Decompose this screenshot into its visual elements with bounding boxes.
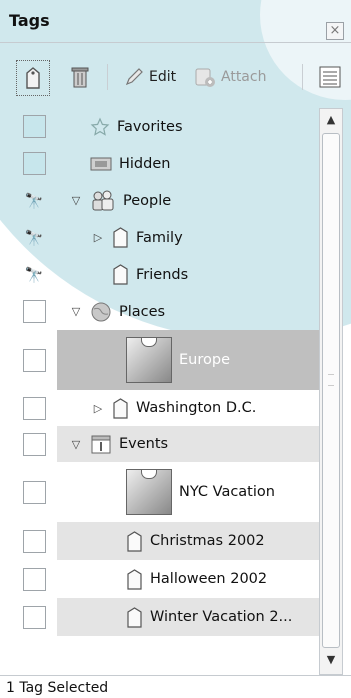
tag-label-halloween: Halloween 2002 — [150, 571, 268, 587]
tag-label-nyc: NYC Vacation — [179, 484, 275, 500]
tag-icon — [113, 264, 128, 285]
tag-checkbox[interactable] — [22, 567, 46, 591]
status-bar: 1 Tag Selected — [0, 675, 351, 698]
tag-icon — [127, 568, 142, 590]
scroll-down-arrow-icon[interactable]: ▼ — [322, 651, 340, 669]
tag-label-europe: Europe — [179, 352, 230, 368]
calendar-icon — [91, 435, 111, 454]
list-item[interactable]: ▽ Places — [11, 293, 319, 330]
list-item[interactable]: Winter Vacation 2... — [11, 598, 319, 636]
tag-icon — [113, 397, 128, 419]
tag-checkbox[interactable] — [22, 300, 46, 323]
collapse-arrow-icon[interactable]: ▷ — [91, 402, 105, 415]
star-icon — [90, 117, 110, 136]
scrollbar-thumb[interactable] — [322, 133, 340, 648]
tag-icon — [113, 227, 128, 248]
list-item[interactable]: ▽ Events — [11, 426, 319, 462]
list-item[interactable]: 🔭 Friends — [11, 256, 319, 293]
scroll-up-arrow-icon[interactable]: ▲ — [322, 111, 340, 129]
binoculars-icon[interactable]: 🔭 — [25, 192, 44, 210]
tag-icon — [26, 67, 40, 89]
tag-checkbox[interactable] — [22, 348, 46, 372]
list-filler — [11, 636, 319, 675]
list-item[interactable]: NYC Vacation — [11, 462, 319, 522]
tag-label-winter: Winter Vacation 2... — [150, 609, 293, 625]
list-item[interactable]: Hidden — [11, 145, 319, 182]
status-text: 1 Tag Selected — [6, 680, 109, 696]
close-button[interactable]: × — [326, 22, 344, 40]
tag-checkbox[interactable] — [22, 396, 46, 420]
expand-arrow-icon[interactable]: ▽ — [69, 194, 83, 207]
toolbar-separator — [302, 64, 303, 90]
list-view-icon — [319, 66, 341, 88]
globe-icon — [91, 302, 111, 321]
expand-arrow-icon[interactable]: ▽ — [69, 305, 83, 318]
tag-label-events: Events — [119, 436, 169, 452]
panel-title: Tags — [9, 11, 50, 30]
tag-label-christmas: Christmas 2002 — [150, 533, 265, 549]
nyc-photo-thumbnail — [126, 469, 172, 515]
toolbar: Edit Attach — [0, 60, 351, 106]
tag-label-family: Family — [136, 229, 183, 246]
list-item[interactable]: Favorites — [11, 108, 319, 145]
binoculars-icon[interactable]: 🔭 — [25, 266, 44, 284]
trash-icon — [71, 67, 89, 88]
tag-checkbox[interactable] — [22, 152, 46, 175]
list-item[interactable]: ▷ Washington D.C. — [11, 390, 319, 426]
list-item-selected[interactable]: Europe — [11, 330, 319, 390]
tag-checkbox[interactable] — [22, 480, 46, 504]
attach-label: Attach — [221, 69, 267, 85]
edit-button[interactable]: Edit — [124, 60, 176, 94]
people-icon — [92, 190, 114, 210]
attach-tag-icon — [195, 68, 215, 87]
list-item[interactable]: 🔭 ▽ People — [11, 182, 319, 219]
tag-label-favorites: Favorites — [117, 118, 183, 135]
expand-arrow-icon[interactable]: ▽ — [69, 438, 83, 451]
list-item[interactable]: Halloween 2002 — [11, 560, 319, 598]
tag-label-places: Places — [119, 303, 166, 320]
attach-button[interactable]: Attach — [194, 60, 266, 94]
new-tag-button[interactable] — [16, 60, 50, 96]
panel-titlebar: Tags × — [0, 0, 351, 43]
tag-checkbox[interactable] — [22, 432, 46, 456]
scrollbar-grip — [328, 374, 334, 386]
binoculars-icon[interactable]: 🔭 — [25, 229, 44, 247]
delete-tag-button[interactable] — [66, 60, 94, 94]
tags-panel: Tags × Edit Attach Favorites Hidden 🔭 ▽ … — [0, 0, 351, 698]
tag-list: Favorites Hidden 🔭 ▽ People 🔭 ▷ Family 🔭… — [11, 108, 319, 675]
pencil-icon — [125, 68, 143, 86]
edit-label: Edit — [149, 69, 177, 85]
list-item[interactable]: Christmas 2002 — [11, 522, 319, 560]
close-icon: × — [329, 23, 341, 38]
tag-icon — [127, 606, 142, 628]
europe-photo-thumbnail — [126, 337, 172, 383]
tag-label-hidden: Hidden — [119, 155, 171, 172]
tag-label-washington: Washington D.C. — [136, 400, 257, 416]
list-item[interactable]: 🔭 ▷ Family — [11, 219, 319, 256]
collapse-arrow-icon[interactable]: ▷ — [91, 231, 105, 244]
tag-checkbox[interactable] — [22, 605, 46, 629]
tag-label-friends: Friends — [136, 266, 189, 283]
tag-icon — [127, 530, 142, 552]
vertical-scrollbar[interactable]: ▲ ▼ — [319, 108, 343, 675]
tag-checkbox[interactable] — [22, 115, 46, 138]
toolbar-separator — [107, 64, 108, 90]
hidden-tag-icon — [90, 157, 112, 170]
tag-label-people: People — [123, 192, 172, 209]
tag-checkbox[interactable] — [22, 529, 46, 553]
view-options-button[interactable] — [315, 60, 345, 94]
